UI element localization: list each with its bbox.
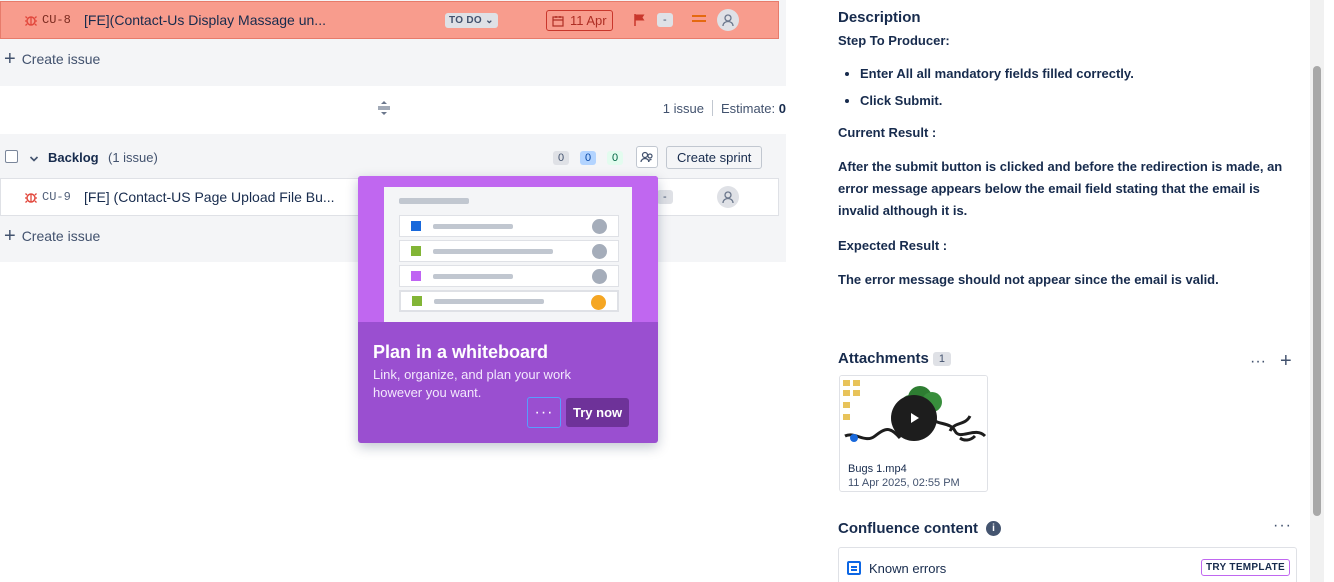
issue-summary[interactable]: [FE](Contact-Us Display Massage un... xyxy=(84,12,414,28)
board-title-bar xyxy=(399,198,469,204)
issue-key[interactable]: CU-8 xyxy=(42,13,84,27)
attachments-heading: Attachments 1 xyxy=(838,350,951,367)
status-label: TO DO xyxy=(449,15,482,26)
more-actions-icon[interactable]: ··· xyxy=(1273,517,1292,535)
expected-result-label: Expected Result : xyxy=(838,238,948,253)
plus-icon: + xyxy=(4,225,16,247)
divider xyxy=(711,100,713,116)
sprint-section: CU-8 [FE](Contact-Us Display Massage un.… xyxy=(0,0,786,86)
attachments-count: 1 xyxy=(932,351,951,366)
confluence-title: Confluence content xyxy=(838,520,979,537)
create-issue-button[interactable]: + Create issue xyxy=(4,225,101,247)
confluence-heading: Confluence content i xyxy=(838,520,1002,537)
illustration-card xyxy=(399,240,619,262)
current-result-text: After the submit button is clicked and b… xyxy=(838,159,1283,218)
backlog-count: (1 issue) xyxy=(108,150,158,165)
video-thumbnail xyxy=(840,376,987,460)
attachments-title: Attachments xyxy=(838,350,929,367)
description-heading: Description xyxy=(838,9,921,26)
people-icon xyxy=(640,151,653,163)
try-template-button[interactable]: TRY TEMPLATE xyxy=(1201,559,1290,576)
backlog-title[interactable]: Backlog xyxy=(48,150,99,165)
estimate-label: Estimate: xyxy=(720,100,776,116)
issue-count: 1 issue xyxy=(662,100,704,116)
attachment-date: 11 Apr 2025, 02:55 PM xyxy=(848,477,960,489)
whiteboard-spotlight: Plan in a whiteboard Link, organize, and… xyxy=(358,176,658,443)
step-item: Enter All all mandatory fields filled co… xyxy=(860,63,1134,85)
scrollbar[interactable] xyxy=(1310,0,1324,582)
board-illustration xyxy=(384,187,632,322)
calendar-icon xyxy=(552,15,564,27)
illustration-card xyxy=(399,215,619,237)
plus-icon: + xyxy=(4,48,16,70)
chevron-down-icon: ⌄ xyxy=(485,15,494,26)
status-dropdown[interactable]: TO DO ⌄ xyxy=(445,13,498,28)
attachment-card[interactable]: Bugs 1.mp4 11 Apr 2025, 02:55 PM xyxy=(839,375,988,492)
spotlight-title: Plan in a whiteboard xyxy=(373,342,549,362)
steps-list: Enter All all mandatory fields filled co… xyxy=(860,63,1134,117)
backlog-checkbox[interactable] xyxy=(5,150,18,163)
user-icon xyxy=(722,191,734,204)
team-button[interactable] xyxy=(636,146,658,168)
page-icon xyxy=(847,561,861,575)
resize-handle-icon[interactable] xyxy=(377,100,391,119)
whiteboard-illustration xyxy=(358,176,658,322)
illustration-card xyxy=(399,290,619,312)
confluence-item[interactable]: Known errors TRY TEMPLATE xyxy=(838,547,1297,582)
assignee-avatar[interactable] xyxy=(717,9,739,31)
backlog-panel: CU-8 [FE](Contact-Us Display Massage un.… xyxy=(0,0,786,582)
estimate-pill[interactable]: - xyxy=(657,190,673,204)
info-icon[interactable]: i xyxy=(986,521,1002,536)
priority-medium-icon xyxy=(692,15,706,25)
current-result-label: Current Result : xyxy=(838,125,937,140)
create-issue-label: Create issue xyxy=(21,228,101,244)
try-now-button[interactable]: Try now xyxy=(566,398,630,427)
sprint-footer-stats: 1 issue Estimate: 0 xyxy=(663,100,786,116)
estimate-value: 0 xyxy=(778,100,786,116)
create-issue-label: Create issue xyxy=(21,51,101,67)
estimate-pill[interactable]: - xyxy=(657,13,673,27)
confluence-item-label: Known errors xyxy=(869,561,947,576)
flag-icon xyxy=(634,13,646,30)
assignee-avatar[interactable] xyxy=(717,186,739,208)
spotlight-body: Link, organize, and plan your work howev… xyxy=(373,367,572,400)
bug-icon xyxy=(23,12,39,28)
user-icon xyxy=(722,14,734,27)
attachment-name: Bugs 1.mp4 xyxy=(848,463,907,475)
issue-key[interactable]: CU-9 xyxy=(42,190,84,204)
issue-details-panel: Description Step To Producer: Enter All … xyxy=(786,0,1334,582)
illustration-card xyxy=(399,265,619,287)
done-count-pill: 0 xyxy=(607,151,624,165)
attachments-actions: ··· + xyxy=(1250,350,1292,373)
chevron-down-icon[interactable] xyxy=(29,151,39,167)
scrollbar-thumb[interactable] xyxy=(1313,66,1321,516)
step-item: Click Submit. xyxy=(860,90,1134,112)
add-attachment-icon[interactable]: + xyxy=(1280,350,1292,373)
steps-label: Step To Producer: xyxy=(838,33,950,48)
more-icon: ··· xyxy=(534,403,554,421)
due-date-badge[interactable]: 11 Apr xyxy=(546,10,613,31)
create-issue-button[interactable]: + Create issue xyxy=(4,48,101,70)
expected-result-text: The error message should not appear sinc… xyxy=(838,272,1219,287)
bug-icon xyxy=(23,189,39,205)
todo-count-pill: 0 xyxy=(553,151,570,165)
more-actions-icon[interactable]: ··· xyxy=(1250,353,1266,371)
create-sprint-button[interactable]: Create sprint xyxy=(666,146,763,169)
play-icon[interactable] xyxy=(891,395,937,441)
in-progress-count-pill: 0 xyxy=(580,151,597,165)
spotlight-more-button[interactable]: ··· xyxy=(527,397,561,428)
issue-row-cu-8[interactable]: CU-8 [FE](Contact-Us Display Massage un.… xyxy=(0,1,779,39)
due-date-label: 11 Apr xyxy=(570,13,607,28)
